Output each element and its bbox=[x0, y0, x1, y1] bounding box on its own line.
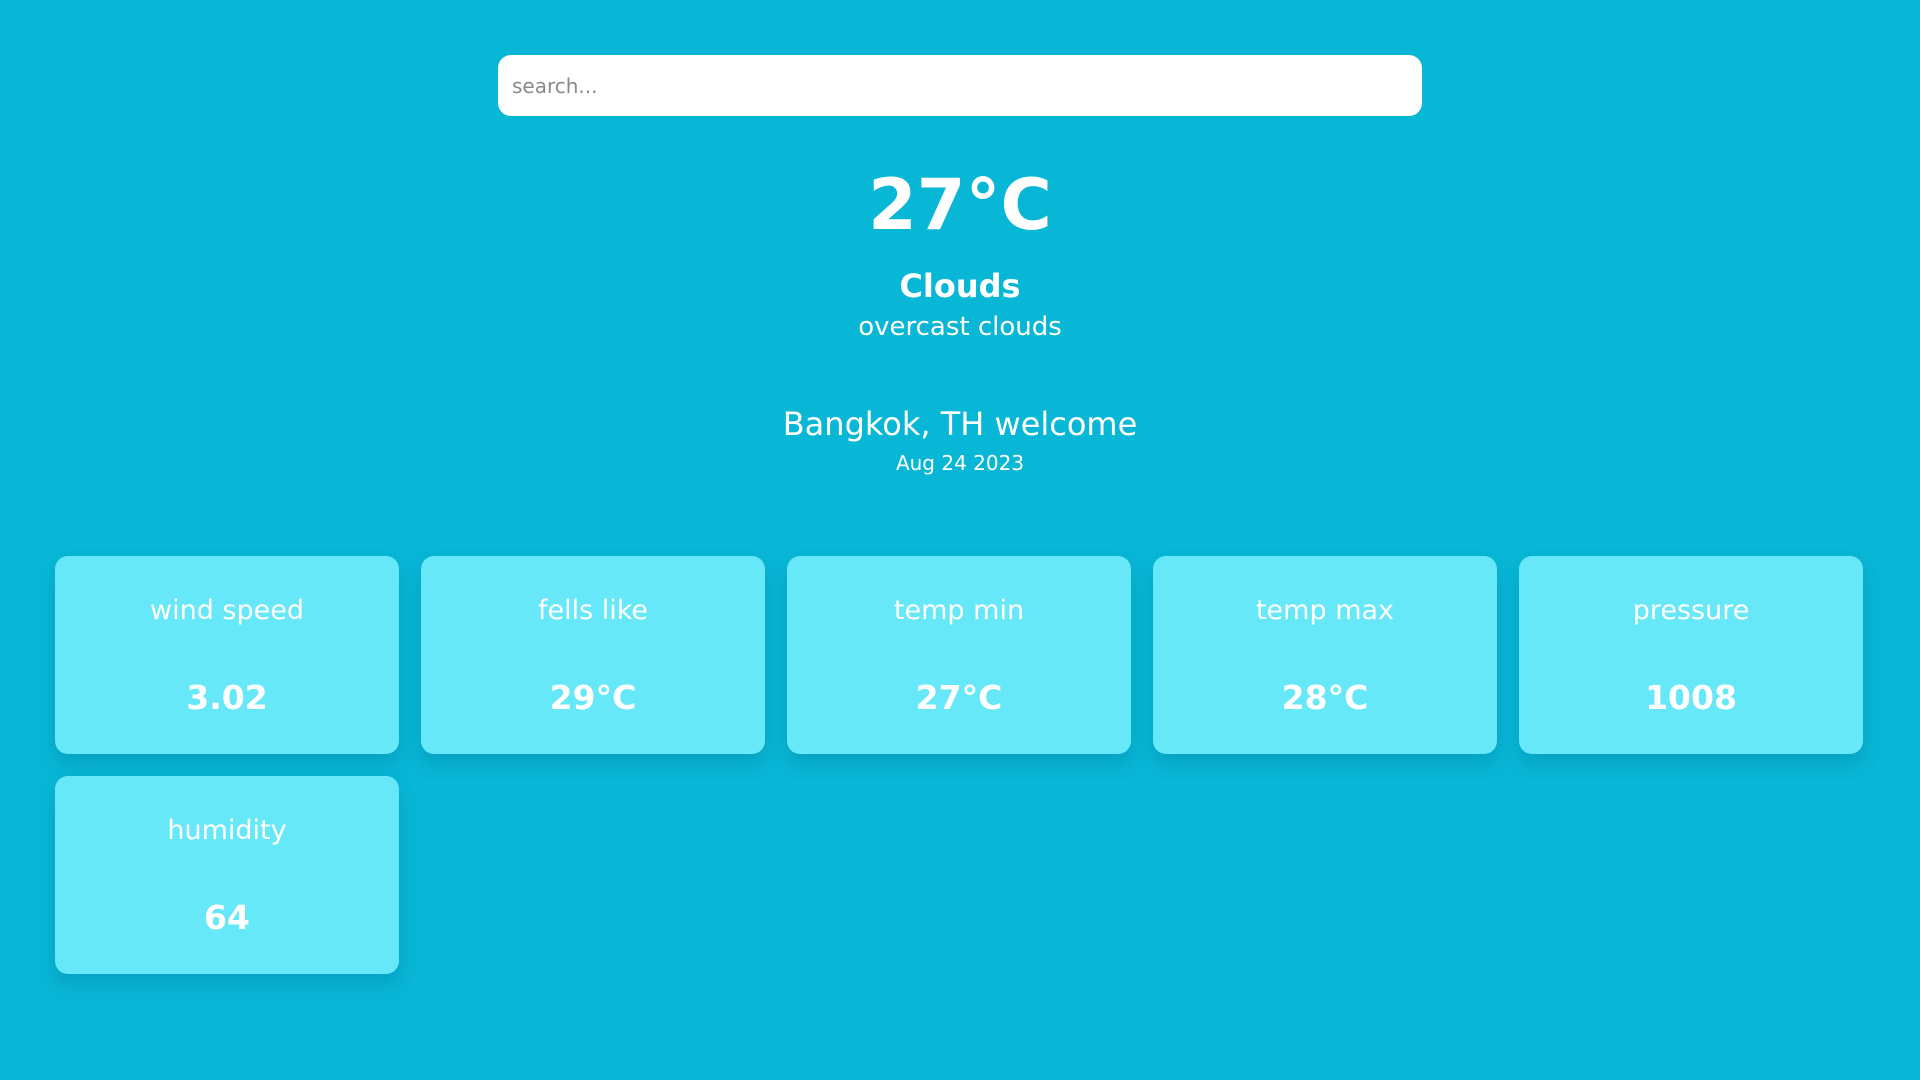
card-label: pressure bbox=[1632, 595, 1750, 626]
weather-details-grid: wind speed 3.02 fells like 29°C temp min… bbox=[55, 556, 1865, 974]
location-title: Bangkok, TH welcome bbox=[782, 405, 1138, 443]
card-label: humidity bbox=[167, 815, 287, 846]
card-value: 27°C bbox=[915, 678, 1003, 717]
wind-speed-card: wind speed 3.02 bbox=[55, 556, 399, 754]
search-input[interactable] bbox=[498, 55, 1422, 116]
card-value: 64 bbox=[204, 898, 250, 937]
weather-description: overcast clouds bbox=[858, 312, 1062, 342]
card-label: wind speed bbox=[150, 595, 304, 626]
temp-min-card: temp min 27°C bbox=[787, 556, 1131, 754]
search-bar bbox=[498, 55, 1422, 116]
current-temperature: 27°C bbox=[868, 164, 1052, 246]
card-value: 3.02 bbox=[186, 678, 268, 717]
card-value: 29°C bbox=[549, 678, 637, 717]
date-label: Aug 24 2023 bbox=[895, 451, 1025, 475]
card-value: 1008 bbox=[1645, 678, 1737, 717]
temp-max-card: temp max 28°C bbox=[1153, 556, 1497, 754]
pressure-card: pressure 1008 bbox=[1519, 556, 1863, 754]
feels-like-card: fells like 29°C bbox=[421, 556, 765, 754]
card-value: 28°C bbox=[1281, 678, 1369, 717]
card-label: temp max bbox=[1255, 595, 1395, 626]
card-label: temp min bbox=[893, 595, 1025, 626]
card-label: fells like bbox=[537, 595, 649, 626]
humidity-card: humidity 64 bbox=[55, 776, 399, 974]
weather-condition: Clouds bbox=[899, 267, 1021, 305]
